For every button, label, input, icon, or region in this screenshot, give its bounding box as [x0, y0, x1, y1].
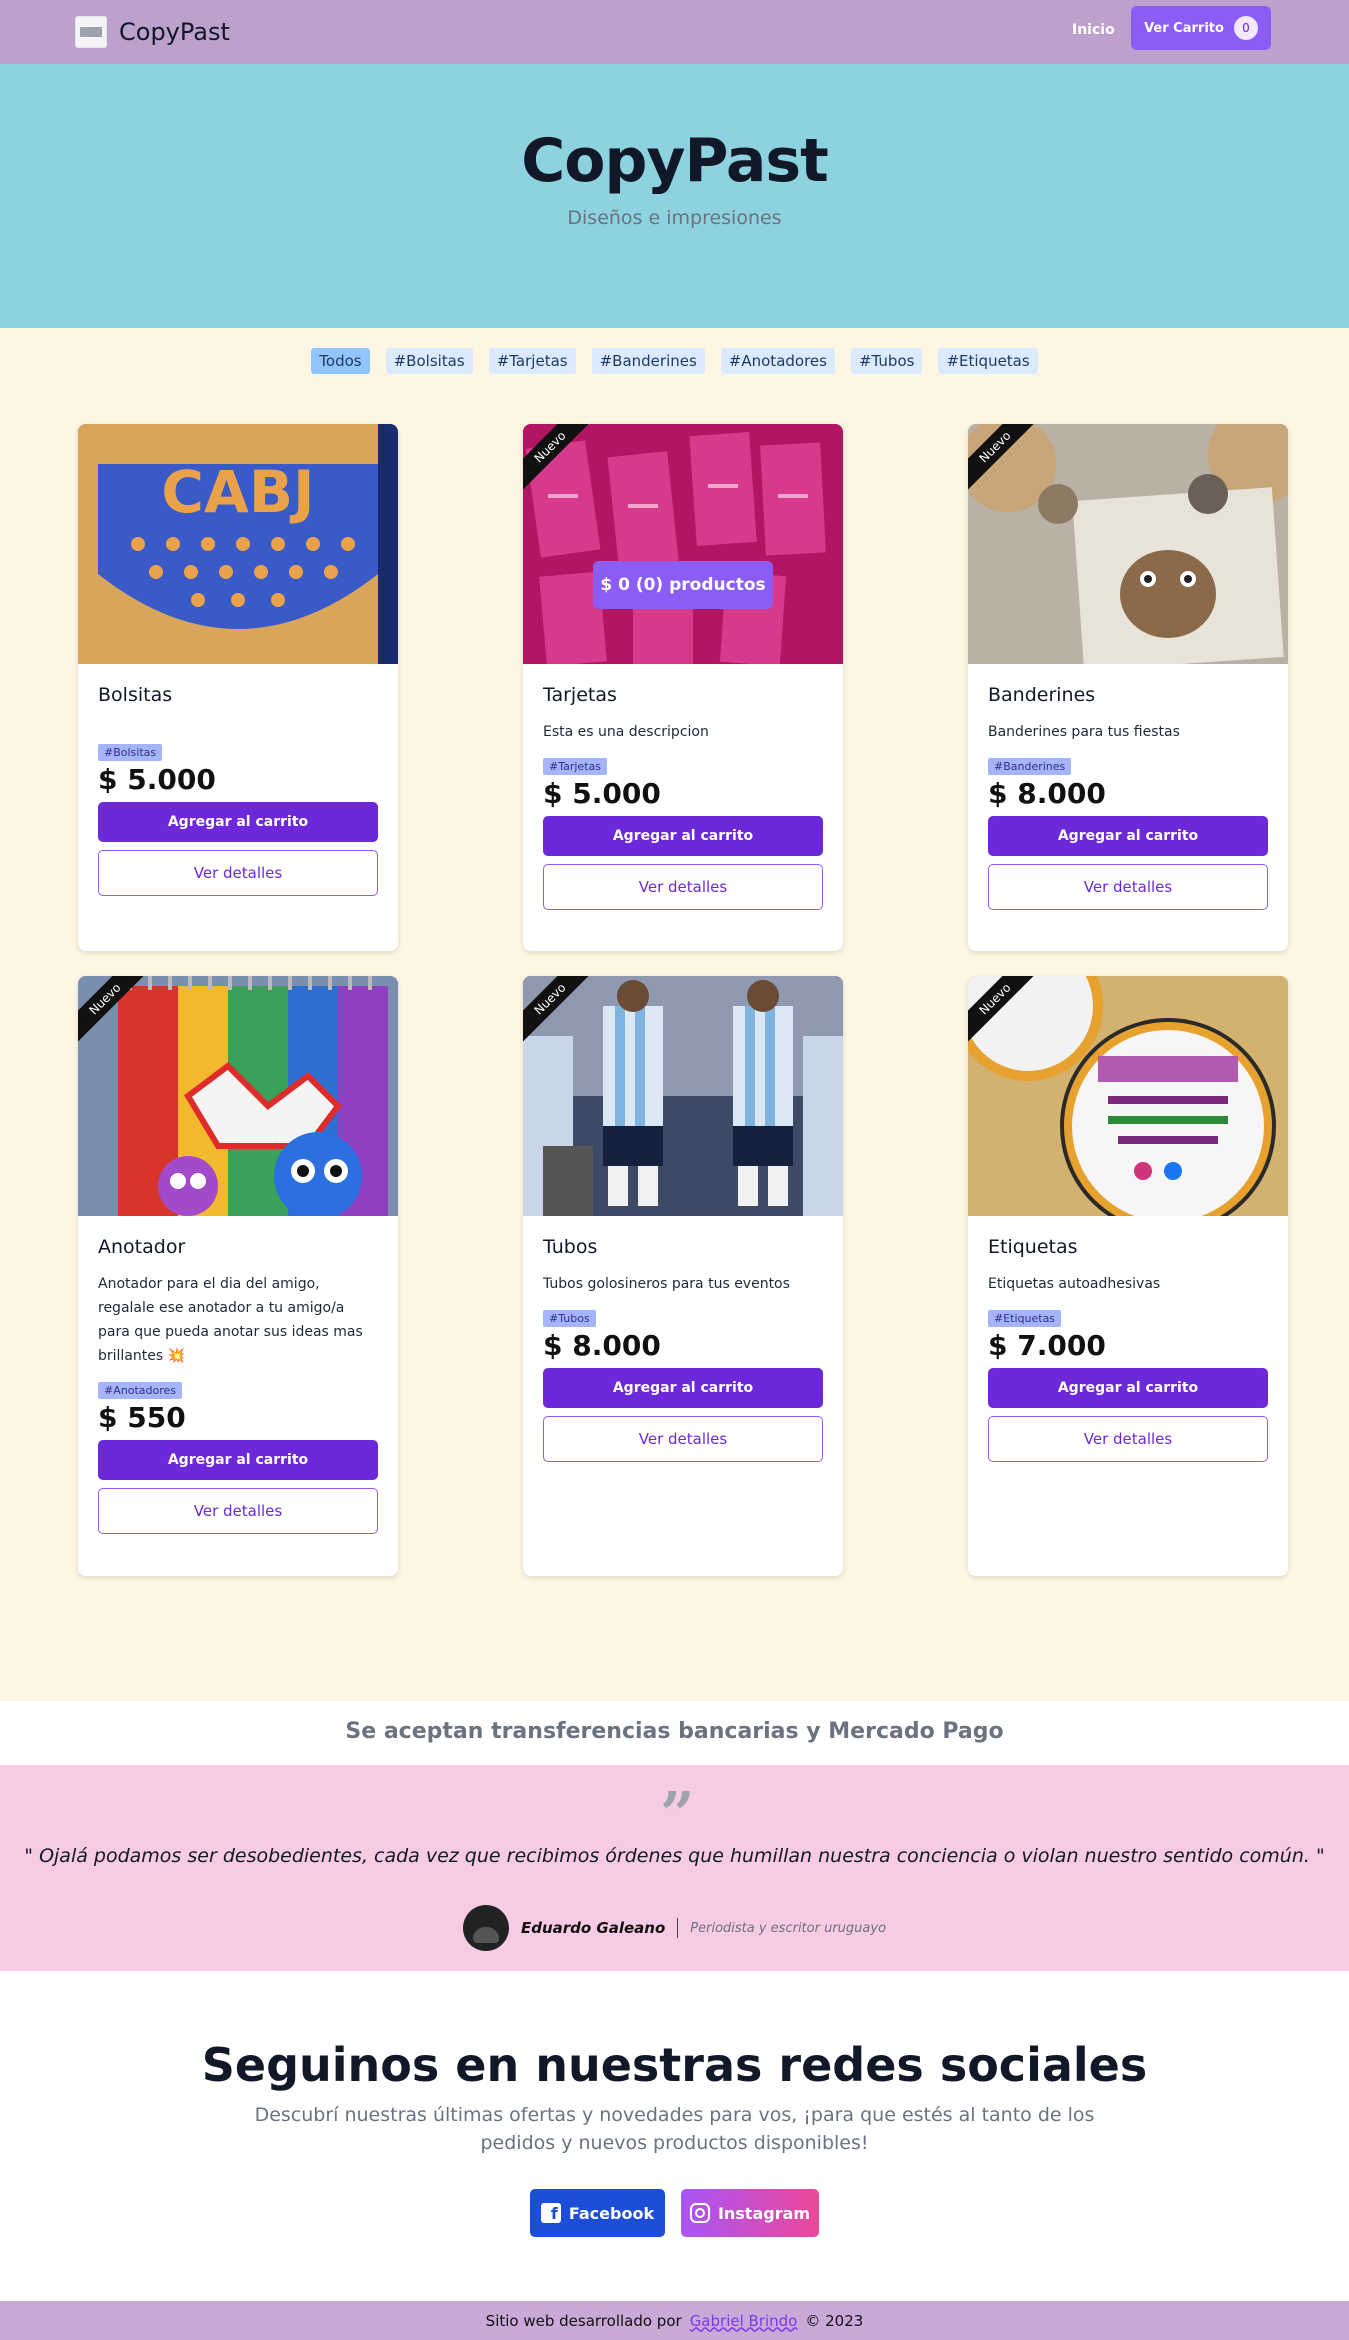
view-cart-button[interactable]: Ver Carrito 0 — [1131, 6, 1271, 50]
product-image[interactable]: CABJ — [78, 424, 398, 664]
product-tag: #Tubos — [543, 1310, 596, 1327]
footer-prefix: Sitio web desarrollado por — [485, 2311, 682, 2330]
product-price: $ 7.000 — [988, 1329, 1106, 1362]
filter-todos[interactable]: Todos — [311, 348, 370, 374]
product-card: Nuevo Tubos Tubos golosineros para tus e… — [523, 976, 843, 1576]
product-tag: #Bolsitas — [98, 744, 163, 761]
brand-name: CopyPast — [119, 18, 230, 46]
product-description: Esta es una descripcion — [543, 724, 709, 740]
cabj-shield-image: CABJ — [78, 424, 398, 664]
category-filters: Todos #Bolsitas #Tarjetas #Banderines #A… — [0, 348, 1349, 374]
anotador-image — [78, 976, 398, 1216]
add-to-cart-button[interactable]: Agregar al carrito — [543, 816, 823, 856]
payment-banner: Se aceptan transferencias bancarias y Me… — [0, 1701, 1349, 1765]
divider — [677, 1918, 679, 1938]
product-price: $ 8.000 — [988, 777, 1106, 810]
tarjetas-image — [523, 424, 843, 664]
add-to-cart-button[interactable]: Agregar al carrito — [988, 1368, 1268, 1408]
add-to-cart-button[interactable]: Agregar al carrito — [988, 816, 1268, 856]
filter-etiquetas[interactable]: #Etiquetas — [938, 348, 1038, 374]
quote-icon: ” — [660, 1780, 695, 1850]
product-title: Etiquetas — [988, 1236, 1078, 1258]
view-details-button[interactable]: Ver detalles — [543, 1416, 823, 1462]
product-price: $ 5.000 — [98, 763, 216, 796]
avatar — [462, 1905, 509, 1951]
product-title: Tubos — [543, 1236, 598, 1258]
filter-tubos[interactable]: #Tubos — [850, 348, 923, 374]
tubos-image — [523, 976, 843, 1216]
filter-tarjetas[interactable]: #Tarjetas — [488, 348, 576, 374]
facebook-button[interactable]: f Facebook — [530, 2189, 665, 2237]
footer-author-link[interactable]: Gabriel Brindo — [690, 2312, 798, 2330]
product-card: Nuevo $ 0 (0) productos Tarjetas Esta es… — [523, 424, 843, 951]
view-details-button[interactable]: Ver detalles — [988, 864, 1268, 910]
author-role: Periodista y escritor uruguayo — [690, 1920, 887, 1936]
product-title: Banderines — [988, 684, 1096, 706]
quote-text: " Ojalá podamos ser desobedientes, cada … — [24, 1845, 1325, 1867]
view-details-button[interactable]: Ver detalles — [98, 1488, 378, 1534]
product-title: Tarjetas — [543, 684, 617, 706]
product-price: $ 5.000 — [543, 777, 661, 810]
instagram-button[interactable]: Instagram — [681, 2189, 819, 2237]
social-section: Seguinos en nuestras redes sociales Desc… — [0, 1971, 1349, 2301]
product-image[interactable]: Nuevo — [968, 424, 1288, 664]
product-image[interactable]: Nuevo — [968, 976, 1288, 1216]
navbar: CopyPast Inicio Ver Carrito 0 — [0, 0, 1349, 64]
product-tag: #Banderines — [988, 758, 1072, 775]
product-tag: #Anotadores — [98, 1382, 182, 1399]
filter-banderines[interactable]: #Banderines — [591, 348, 705, 374]
cart-label: Ver Carrito — [1144, 20, 1224, 36]
product-price: $ 550 — [98, 1401, 186, 1434]
filter-bolsitas[interactable]: #Bolsitas — [385, 348, 473, 374]
product-tag: #Tarjetas — [543, 758, 607, 775]
instagram-icon — [689, 2203, 710, 2223]
view-details-button[interactable]: Ver detalles — [98, 850, 378, 896]
product-tag: #Etiquetas — [988, 1310, 1062, 1327]
quote-author: Eduardo Galeano Periodista y escritor ur… — [0, 1905, 1349, 1951]
product-title: Anotador — [98, 1236, 186, 1258]
instagram-label: Instagram — [717, 2203, 811, 2223]
banderines-image — [968, 424, 1288, 664]
author-name: Eduardo Galeano — [520, 1919, 666, 1937]
view-details-button[interactable]: Ver detalles — [543, 864, 823, 910]
hero-title: CopyPast — [521, 126, 829, 196]
product-card: Nuevo Anotador Anotador para el dia del … — [78, 976, 398, 1576]
add-to-cart-button[interactable]: Agregar al carrito — [98, 1440, 378, 1480]
product-description: Banderines para tus fiestas — [988, 724, 1180, 740]
product-card: Nuevo Banderines Banderines para tus fie… — [968, 424, 1288, 951]
floating-cart-summary[interactable]: $ 0 (0) productos — [593, 561, 773, 609]
svg-text:CABJ: CABJ — [161, 458, 314, 526]
brand[interactable]: CopyPast — [75, 16, 230, 48]
product-description: Etiquetas autoadhesivas — [988, 1276, 1161, 1292]
footer: Sitio web desarrollado por Gabriel Brind… — [0, 2301, 1349, 2340]
product-card: CABJ Bolsitas #Bolsitas $ 5.000 Agregar … — [78, 424, 398, 951]
facebook-label: Facebook — [568, 2203, 655, 2223]
social-description: Descubrí nuestras últimas ofertas y nove… — [254, 2104, 1095, 2154]
social-buttons: f Facebook Instagram — [0, 2189, 1349, 2237]
footer-copyright: © 2023 — [805, 2311, 864, 2330]
product-image[interactable]: Nuevo — [78, 976, 398, 1216]
view-details-button[interactable]: Ver detalles — [988, 1416, 1268, 1462]
product-title: Bolsitas — [98, 684, 173, 706]
product-price: $ 8.000 — [543, 1329, 661, 1362]
hero: CopyPast Diseños e impresiones — [0, 64, 1349, 328]
filter-anotadores[interactable]: #Anotadores — [720, 348, 835, 374]
product-description — [98, 720, 378, 730]
product-description: Tubos golosineros para tus eventos — [543, 1276, 790, 1292]
etiquetas-image — [968, 976, 1288, 1216]
payment-methods-text: Se aceptan transferencias bancarias y Me… — [345, 1719, 1004, 1744]
add-to-cart-button[interactable]: Agregar al carrito — [543, 1368, 823, 1408]
product-image[interactable]: Nuevo — [523, 976, 843, 1216]
cart-count-badge: 0 — [1233, 16, 1258, 40]
nav-link-inicio[interactable]: Inicio — [1072, 22, 1115, 38]
quote-section: ” " Ojalá podamos ser desobedientes, cad… — [0, 1765, 1349, 1971]
add-to-cart-button[interactable]: Agregar al carrito — [98, 802, 378, 842]
product-image[interactable]: Nuevo $ 0 (0) productos — [523, 424, 843, 664]
facebook-icon: f — [540, 2203, 561, 2223]
product-description: Anotador para el dia del amigo, regalale… — [98, 1276, 363, 1364]
hero-subtitle: Diseños e impresiones — [567, 207, 782, 229]
brand-logo — [75, 16, 107, 48]
product-card: Nuevo Etiquetas Etiquetas autoadhesivas … — [968, 976, 1288, 1576]
social-title: Seguinos en nuestras redes sociales — [201, 2038, 1148, 2092]
